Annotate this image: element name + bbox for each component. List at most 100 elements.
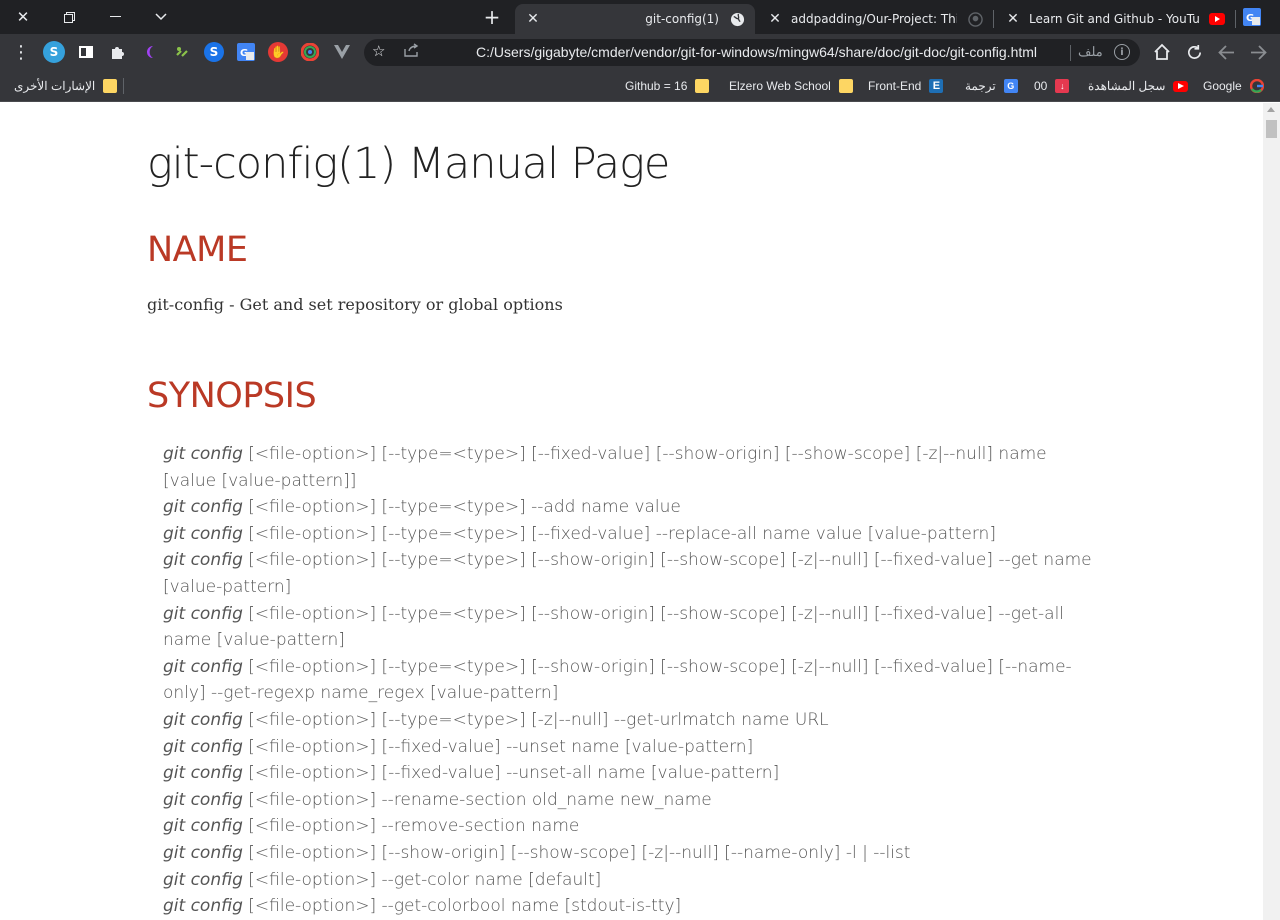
synopsis-args: [<file-option>] [--fixed-value] --unset …: [242, 736, 754, 757]
synopsis-args: [<file-option>] [--type=<type>] [-z|--nu…: [242, 709, 829, 730]
bookmark-front-end[interactable]: E Front-End: [868, 76, 944, 96]
synopsis-args: [<file-option>] [--fixed-value] --unset-…: [242, 763, 780, 784]
synopsis-line: git config [<file-option>] [--type=<type…: [163, 547, 1103, 600]
bookmark-label: الإشارات الأخرى: [14, 79, 96, 93]
bookmark-star-icon[interactable]: ☆: [372, 42, 385, 60]
synopsis-line: git config [<file-option>] [--type=<type…: [163, 707, 1103, 734]
synopsis-args: [<file-option>] [--type=<type>] --add na…: [242, 497, 681, 518]
tab-github-project[interactable]: addpadding/Our-Project: This is G ✕: [757, 4, 993, 34]
tab-strip: ✕ + git-config(1) ✕ addpadding/Our-Proje…: [0, 0, 1280, 34]
synopsis-args: [<file-option>] [--type=<type>] [--show-…: [163, 603, 1065, 651]
synopsis-command: git config: [163, 603, 243, 624]
tab-divider: [993, 10, 994, 28]
section-heading-synopsis: SYNOPSIS: [147, 376, 317, 416]
url-divider: [1070, 45, 1071, 61]
tab-close-icon[interactable]: ✕: [767, 11, 783, 27]
synopsis-line: git config [<file-option>] [--type=<type…: [163, 441, 1103, 494]
bookmark-other-folder[interactable]: الإشارات الأخرى: [14, 76, 118, 96]
synopsis-line: git config [<file-option>] [--show-origi…: [163, 840, 1103, 867]
bookmark-label: ترجمة: [965, 79, 996, 93]
youtube-icon: [1209, 11, 1225, 27]
reload-icon[interactable]: [1181, 39, 1207, 65]
site-info-label[interactable]: ملف: [1078, 44, 1103, 60]
bookmarks-bar: الإشارات الأخرى Google سجل المشاهدة ↓ 00…: [0, 70, 1280, 102]
tab-youtube[interactable]: Learn Git and Github - YouTube ✕: [995, 4, 1235, 34]
synopsis-line: git config [<file-option>] --rename-sect…: [163, 787, 1103, 814]
tab-close-icon[interactable]: ✕: [525, 11, 541, 27]
bookmark-google[interactable]: Google: [1203, 76, 1264, 96]
bookmark-watch-history[interactable]: سجل المشاهدة: [1088, 76, 1189, 96]
synopsis-args: [<file-option>] [--type=<type>] [--fixed…: [163, 444, 1047, 491]
synopsis-args: [<file-option>] --rename-section old_nam…: [242, 789, 712, 810]
forward-arrow-icon[interactable]: [1245, 39, 1271, 65]
tab-close-icon[interactable]: ✕: [1005, 11, 1021, 27]
window-close-icon[interactable]: ✕: [0, 0, 46, 34]
synopsis-command: git config: [163, 497, 243, 518]
bookmark-label: Elzero Web School: [729, 79, 831, 93]
extension-color-picker-icon[interactable]: [300, 42, 320, 62]
synopsis-args: [<file-option>] [--type=<type>] [--show-…: [163, 550, 1092, 597]
scrollbar-thumb[interactable]: [1266, 120, 1277, 138]
synopsis-line: git config [<file-option>] [--type=<type…: [163, 521, 1103, 548]
tab-git-config[interactable]: git-config(1) ✕: [515, 4, 755, 34]
section-heading-name: NAME: [147, 230, 248, 270]
extension-vuejs-icon[interactable]: [332, 42, 352, 62]
synopsis-command: git config: [163, 656, 243, 677]
synopsis-line: git config [<file-option>] --get-color n…: [163, 867, 1103, 894]
address-bar[interactable]: ☆ C:/Users/gigabyte/cmder/vendor/git-for…: [364, 39, 1140, 66]
synopsis-args: [<file-option>] --get-colorbool name [st…: [242, 896, 682, 917]
name-description: git-config - Get and set repository or g…: [147, 295, 563, 314]
scroll-up-arrow-icon[interactable]: [1267, 107, 1275, 112]
google-translate-icon[interactable]: G: [1238, 4, 1266, 30]
extension-adblock-hand-icon[interactable]: ✋: [268, 42, 288, 62]
page-title: git-config(1) Manual Page: [147, 139, 670, 189]
bookmark-label: سجل المشاهدة: [1088, 79, 1166, 93]
extension-blue-icon[interactable]: S: [43, 41, 65, 63]
synopsis-line: git config [<file-option>] [--type=<type…: [163, 654, 1103, 707]
globe-icon: [729, 11, 745, 27]
bookmark-elzero-folder[interactable]: Elzero Web School: [729, 76, 853, 96]
bookmark-github-folder[interactable]: Github = 16: [625, 76, 710, 96]
extension-sidebar-icon[interactable]: [76, 42, 96, 62]
synopsis-block: git config [<file-option>] [--type=<type…: [163, 441, 1103, 920]
synopsis-command: git config: [163, 763, 243, 784]
window-restore-icon[interactable]: [46, 0, 92, 34]
tab-title: addpadding/Our-Project: This is G: [791, 12, 957, 26]
browser-menu-icon[interactable]: ⋮: [8, 39, 34, 65]
url-text[interactable]: C:/Users/gigabyte/cmder/vendor/git-for-w…: [476, 44, 1066, 60]
folder-icon: [103, 79, 118, 93]
bookmark-downloads[interactable]: ↓ 00: [1034, 76, 1070, 96]
synopsis-command: git config: [163, 444, 243, 464]
info-icon[interactable]: i: [1114, 44, 1130, 60]
new-tab-plus-icon[interactable]: +: [478, 4, 506, 30]
youtube-icon: [1173, 80, 1189, 92]
folder-icon: [838, 79, 853, 93]
translate-icon: G: [1003, 79, 1018, 93]
extension-shazam-icon[interactable]: S: [204, 42, 224, 62]
tab-search-chevron-icon[interactable]: [138, 0, 184, 34]
bookmark-translate[interactable]: G ترجمة: [965, 76, 1018, 96]
tab-title: Learn Git and Github - YouTube: [1029, 12, 1199, 26]
share-icon[interactable]: [404, 43, 420, 61]
extension-link-icon[interactable]: [172, 42, 192, 62]
synopsis-command: git config: [163, 896, 243, 917]
e-icon: E: [929, 79, 944, 93]
back-arrow-icon[interactable]: [1213, 39, 1239, 65]
synopsis-line: git config [<file-option>] [--fixed-valu…: [163, 734, 1103, 761]
synopsis-command: git config: [163, 523, 243, 544]
synopsis-args: [<file-option>] [--type=<type>] [--fixed…: [242, 523, 996, 544]
extension-translate-icon[interactable]: G: [236, 42, 256, 62]
extension-moon-icon[interactable]: [140, 42, 160, 62]
page-content: git-config(1) Manual Page NAME git-confi…: [0, 103, 1263, 920]
synopsis-command: git config: [163, 842, 243, 863]
extensions-puzzle-icon[interactable]: [108, 42, 128, 62]
folder-icon: [695, 79, 710, 93]
vertical-scrollbar[interactable]: [1263, 103, 1280, 920]
home-icon[interactable]: [1149, 39, 1175, 65]
bookmarks-divider: [123, 78, 124, 94]
google-icon: [1249, 79, 1264, 93]
synopsis-line: git config [<file-option>] [--fixed-valu…: [163, 760, 1103, 787]
window-minimize-icon[interactable]: [92, 0, 138, 34]
tab-title: git-config(1): [645, 12, 719, 26]
synopsis-command: git config: [163, 550, 243, 571]
